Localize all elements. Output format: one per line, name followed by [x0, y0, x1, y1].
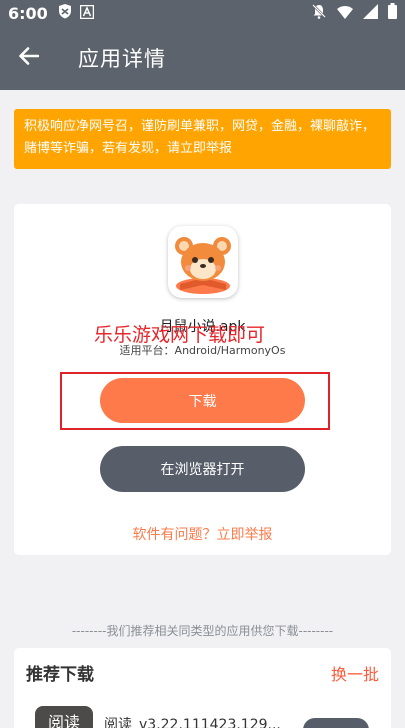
recommend-card: 推荐下载 换一批 阅读 阅读_v3.22.111423.129...	[14, 648, 391, 728]
fraud-warning-banner: 积极响应净网号召，谨防刷单兼职，网贷，金融，裸聊敲诈，赌博等诈骗，若有发现，请立…	[14, 109, 391, 169]
open-in-browser-button[interactable]: 在浏览器打开	[100, 446, 305, 492]
status-bar: 6:00	[0, 0, 405, 26]
recommend-app-icon[interactable]: 阅读	[35, 706, 93, 728]
signal-icon	[363, 3, 378, 23]
shield-icon	[58, 3, 72, 23]
app-icon	[168, 226, 238, 298]
battery-icon	[388, 3, 397, 23]
back-button[interactable]	[0, 26, 58, 90]
status-time: 6:00	[8, 3, 48, 23]
notifications-off-icon	[311, 3, 327, 23]
app-detail-card: 月鼠小说.apk 适用平台：Android/HarmonyOs 乐乐游戏网下载即…	[14, 204, 391, 555]
recommend-divider: --------我们推荐相关同类型的应用供您下载--------	[71, 624, 334, 638]
refresh-button[interactable]: 换一批	[331, 661, 379, 685]
recommend-title: 推荐下载	[26, 665, 94, 685]
recommend-download-button[interactable]	[303, 718, 369, 728]
watermark-text: 乐乐游戏网下载即可	[94, 324, 266, 346]
text-a-icon	[79, 4, 95, 23]
highlight-box	[60, 372, 330, 430]
wifi-icon	[337, 4, 353, 23]
app-bar: 应用详情	[0, 26, 405, 90]
recommend-app-name[interactable]: 阅读_v3.22.111423.129...	[104, 714, 281, 728]
page-title: 应用详情	[78, 47, 166, 71]
arrow-left-icon	[19, 47, 40, 69]
report-link[interactable]: 软件有问题？立即举报	[14, 524, 391, 544]
